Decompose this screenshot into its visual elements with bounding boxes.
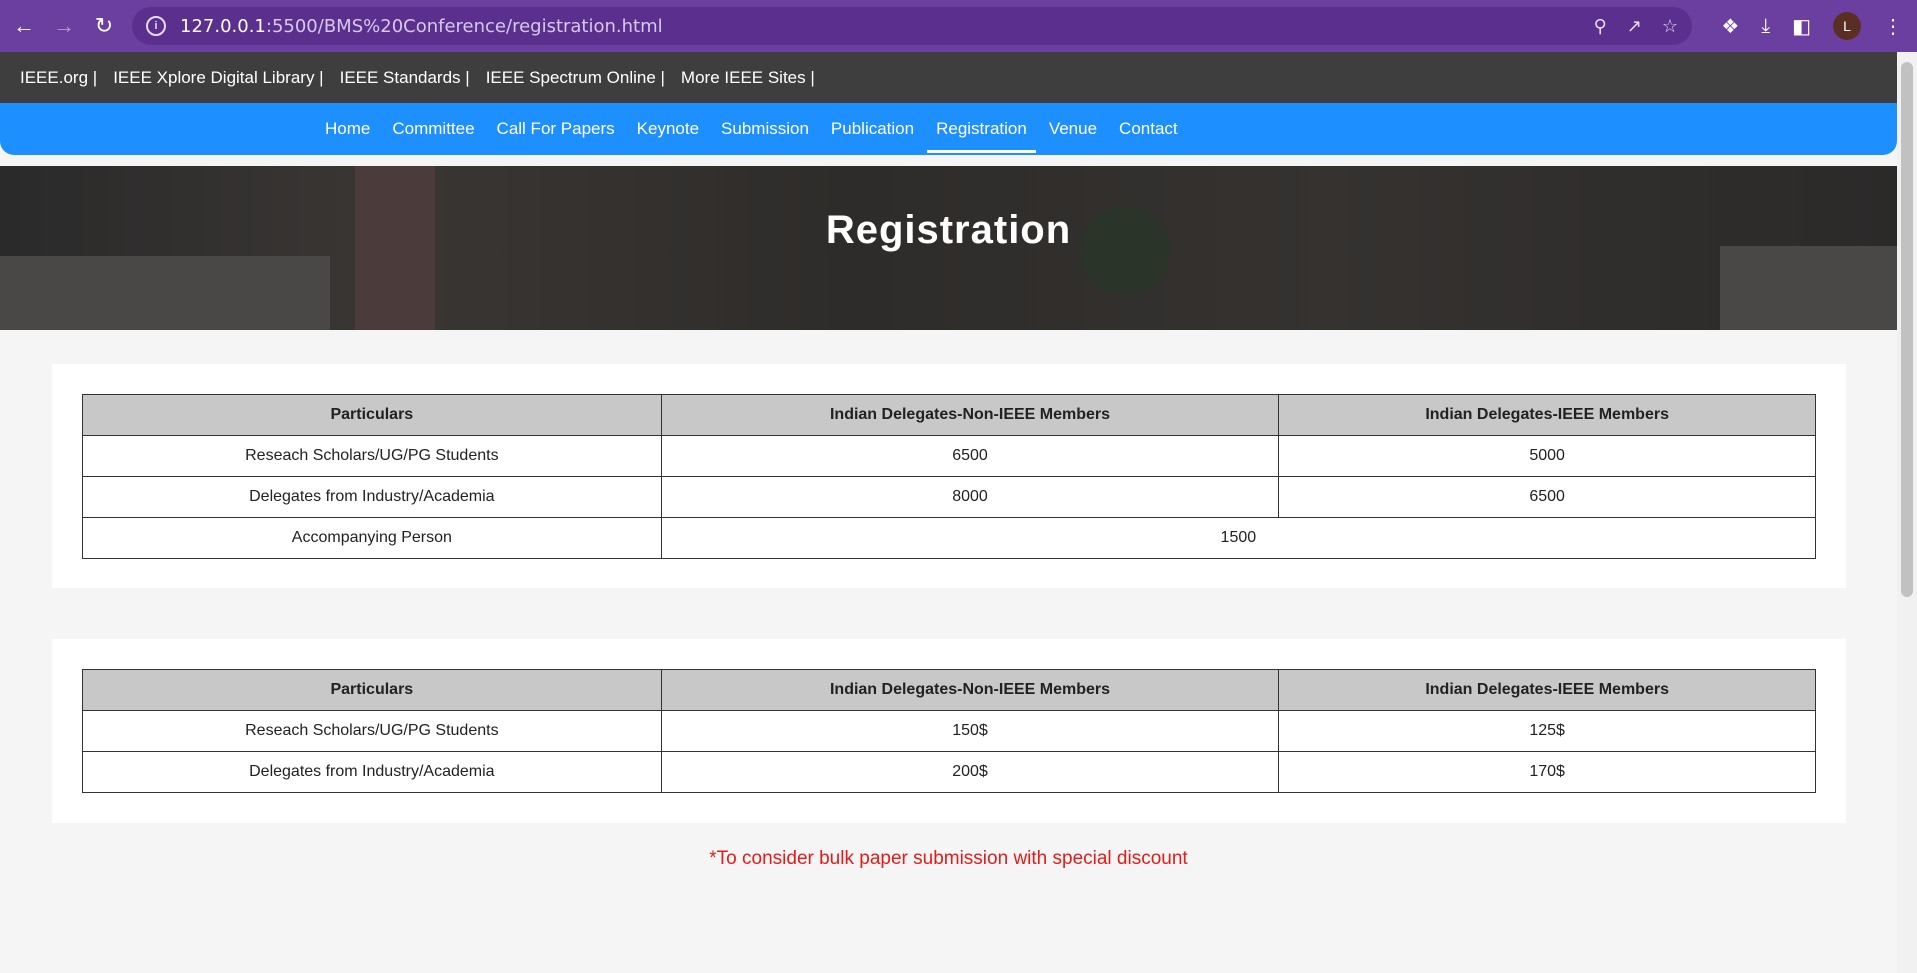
hero-banner: Registration: [0, 166, 1897, 330]
fee-card-foreign: Particulars Indian Delegates-Non-IEEE Me…: [52, 639, 1846, 823]
column-header: Indian Delegates-Non-IEEE Members: [660, 394, 1280, 436]
table-cell: 1500: [660, 517, 1817, 559]
table-row: Reseach Scholars/UG/PG Students 6500 500…: [82, 435, 1816, 477]
zoom-icon[interactable]: ⚲: [1594, 16, 1607, 37]
browser-toolbar: ← → ↻ i 127.0.0.1:5500/BMS%20Conference/…: [0, 0, 1917, 52]
page-title: Registration: [825, 208, 1072, 252]
table-header-row: Particulars Indian Delegates-Non-IEEE Me…: [82, 394, 1816, 436]
banner-decoration: [1720, 246, 1897, 330]
main-navigation: Home Committee Call For Papers Keynote S…: [0, 103, 1897, 155]
column-header: Particulars: [82, 394, 662, 436]
ieee-link-org[interactable]: IEEE.org |: [20, 68, 97, 88]
site-info-icon[interactable]: i: [146, 16, 166, 36]
share-icon[interactable]: ↗: [1627, 16, 1642, 37]
nav-committee[interactable]: Committee: [383, 103, 483, 155]
discount-note: *To consider bulk paper submission with …: [709, 848, 1188, 869]
ieee-links-bar: IEEE.org | IEEE Xplore Digital Library |…: [0, 52, 1897, 103]
table-cell: 200$: [660, 751, 1280, 793]
back-arrow-icon[interactable]: ←: [4, 6, 44, 46]
fee-table-foreign: Particulars Indian Delegates-Non-IEEE Me…: [82, 669, 1816, 793]
url-path: :5500/BMS%20Conference/registration.html: [265, 15, 663, 37]
nav-call-for-papers[interactable]: Call For Papers: [488, 103, 624, 155]
table-cell: Reseach Scholars/UG/PG Students: [82, 435, 662, 477]
fee-table-indian: Particulars Indian Delegates-Non-IEEE Me…: [82, 394, 1817, 559]
table-row: Reseach Scholars/UG/PG Students 150$ 125…: [82, 710, 1816, 752]
table-cell: 6500: [1278, 476, 1816, 518]
table-cell: 150$: [660, 710, 1280, 752]
nav-home[interactable]: Home: [316, 103, 379, 155]
ieee-link-spectrum[interactable]: IEEE Spectrum Online |: [486, 68, 665, 88]
ieee-link-more[interactable]: More IEEE Sites |: [681, 68, 815, 88]
banner-decoration: [0, 256, 330, 330]
column-header: Indian Delegates-Non-IEEE Members: [660, 669, 1280, 711]
nav-publication[interactable]: Publication: [822, 103, 923, 155]
nav-venue[interactable]: Venue: [1040, 103, 1106, 155]
table-row: Accompanying Person 1500: [82, 517, 1817, 559]
reload-icon[interactable]: ↻: [84, 6, 124, 46]
address-bar[interactable]: i 127.0.0.1:5500/BMS%20Conference/regist…: [132, 7, 1692, 45]
nav-keynote[interactable]: Keynote: [628, 103, 708, 155]
url-host: 127.0.0.1: [180, 15, 266, 37]
table-cell: 125$: [1278, 710, 1816, 752]
side-panel-icon[interactable]: ◧: [1792, 14, 1811, 39]
nav-registration[interactable]: Registration: [927, 103, 1036, 155]
table-row: Delegates from Industry/Academia 8000 65…: [82, 476, 1816, 518]
bookmark-star-icon[interactable]: ☆: [1662, 16, 1678, 37]
table-cell: 170$: [1278, 751, 1816, 793]
ieee-link-xplore[interactable]: IEEE Xplore Digital Library |: [113, 68, 323, 88]
menu-kebab-icon[interactable]: ⋮: [1883, 14, 1903, 39]
nav-submission[interactable]: Submission: [712, 103, 818, 155]
profile-avatar[interactable]: L: [1833, 12, 1861, 40]
table-cell: 5000: [1278, 435, 1816, 477]
fee-card-indian: Particulars Indian Delegates-Non-IEEE Me…: [52, 364, 1846, 588]
url-text[interactable]: 127.0.0.1:5500/BMS%20Conference/registra…: [180, 16, 663, 37]
table-row: Delegates from Industry/Academia 200$ 17…: [82, 751, 1816, 793]
column-header: Indian Delegates-IEEE Members: [1278, 394, 1816, 436]
table-cell: Delegates from Industry/Academia: [82, 476, 662, 518]
page-scrollbar[interactable]: [1897, 52, 1917, 973]
table-cell: 6500: [660, 435, 1280, 477]
nav-contact[interactable]: Contact: [1110, 103, 1187, 155]
scrollbar-thumb[interactable]: [1901, 62, 1913, 597]
table-header-row: Particulars Indian Delegates-Non-IEEE Me…: [82, 669, 1816, 711]
column-header: Particulars: [82, 669, 662, 711]
download-icon[interactable]: ⤓: [1761, 15, 1770, 38]
ieee-link-standards[interactable]: IEEE Standards |: [340, 68, 470, 88]
forward-arrow-icon[interactable]: →: [44, 6, 84, 46]
table-cell: Delegates from Industry/Academia: [82, 751, 662, 793]
column-header: Indian Delegates-IEEE Members: [1278, 669, 1816, 711]
extensions-icon[interactable]: ❖: [1721, 14, 1739, 39]
table-cell: Accompanying Person: [82, 517, 662, 559]
table-cell: Reseach Scholars/UG/PG Students: [82, 710, 662, 752]
table-cell: 8000: [660, 476, 1280, 518]
